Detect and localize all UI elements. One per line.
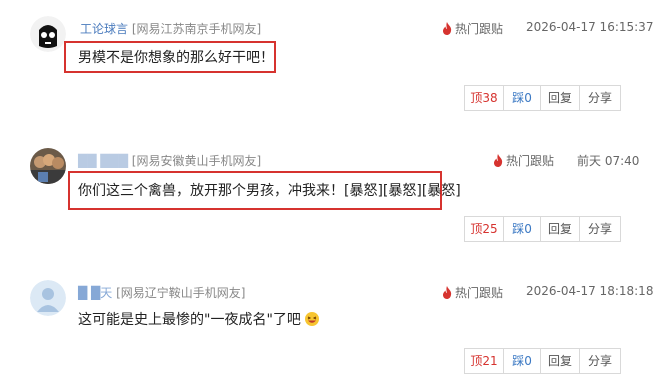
reply-button[interactable]: 回复 (540, 216, 580, 242)
comment-header: █ █天 [网易辽宁鞍山手机网友] (78, 284, 245, 301)
user-source: [网易江苏南京手机网友] (131, 22, 262, 36)
upvote-count: 25 (482, 222, 498, 236)
downvote-label: 踩 (512, 354, 525, 368)
upvote-count: 38 (482, 91, 498, 105)
upvote-button[interactable]: 顶21 (464, 348, 504, 374)
upvote-label: 顶 (470, 222, 483, 236)
reply-button[interactable]: 回复 (540, 85, 580, 111)
share-button[interactable]: 分享 (579, 216, 621, 242)
comment-text-body: 这可能是史上最惨的"一夜成名"了吧 (78, 312, 301, 328)
hot-label: 热门跟贴 (506, 154, 555, 168)
avatar-default-icon (30, 280, 66, 316)
comment-2: ██ ███ [网易安徽黄山手机网友] 热门跟贴 前天 07:40 你们这三个禽… (0, 130, 660, 250)
comment-text: 你们这三个禽兽，放开那个男孩，冲我来！[暴怒][暴怒][暴怒] (78, 183, 461, 199)
downvote-count: 0 (524, 91, 532, 105)
user-source: [网易安徽黄山手机网友] (131, 154, 262, 168)
upvote-label: 顶 (470, 354, 483, 368)
hot-reply-badge: 热门跟贴 (442, 20, 503, 37)
comment-1: 工论球言 [网易江苏南京手机网友] 热门跟贴 2026-04-17 16:15:… (0, 0, 660, 120)
comment-header: 工论球言 [网易江苏南京手机网友] (80, 20, 261, 37)
avatar-sketch-icon (30, 16, 66, 52)
share-button[interactable]: 分享 (579, 85, 621, 111)
comment-actions: 顶21 踩0 回复 分享 (464, 348, 621, 374)
avatar-photo-icon (30, 148, 66, 184)
downvote-count: 0 (524, 354, 532, 368)
downvote-button[interactable]: 踩0 (503, 348, 541, 374)
laughing-emoji-icon (305, 312, 320, 326)
post-time: 2026-04-17 16:15:37 (526, 20, 654, 34)
hot-label: 热门跟贴 (455, 286, 504, 300)
avatar[interactable] (30, 148, 66, 184)
avatar[interactable] (30, 16, 66, 52)
username[interactable]: █ █天 (78, 286, 112, 300)
upvote-label: 顶 (470, 91, 483, 105)
fire-icon (494, 154, 503, 167)
downvote-label: 踩 (512, 91, 525, 105)
hot-label: 热门跟贴 (455, 22, 504, 36)
hot-reply-badge: 热门跟贴 (493, 152, 554, 169)
avatar[interactable] (30, 280, 66, 316)
username[interactable]: ██ ███ (78, 154, 128, 168)
downvote-label: 踩 (512, 222, 525, 236)
fire-icon (443, 286, 452, 299)
reply-button[interactable]: 回复 (540, 348, 580, 374)
downvote-button[interactable]: 踩0 (503, 216, 541, 242)
downvote-button[interactable]: 踩0 (503, 85, 541, 111)
fire-icon (443, 22, 452, 35)
post-time: 2026-04-17 18:18:18 (526, 284, 654, 298)
upvote-count: 21 (482, 354, 498, 368)
comment-text: 男模不是你想象的那么好干吧！ (78, 50, 274, 66)
username[interactable]: 工论球言 (80, 22, 128, 36)
post-time: 前天 07:40 (577, 154, 640, 168)
downvote-count: 0 (524, 222, 532, 236)
comment-header: ██ ███ [网易安徽黄山手机网友] (78, 152, 261, 169)
comment-actions: 顶38 踩0 回复 分享 (464, 85, 621, 111)
user-source: [网易辽宁鞍山手机网友] (116, 286, 246, 300)
hot-reply-badge: 热门跟贴 (442, 284, 503, 301)
upvote-button[interactable]: 顶25 (464, 216, 504, 242)
comment-text: 这可能是史上最惨的"一夜成名"了吧 (78, 309, 320, 329)
share-button[interactable]: 分享 (579, 348, 621, 374)
comment-3: █ █天 [网易辽宁鞍山手机网友] 热门跟贴 2026-04-17 18:18:… (0, 262, 660, 388)
comment-actions: 顶25 踩0 回复 分享 (464, 216, 621, 242)
upvote-button[interactable]: 顶38 (464, 85, 504, 111)
